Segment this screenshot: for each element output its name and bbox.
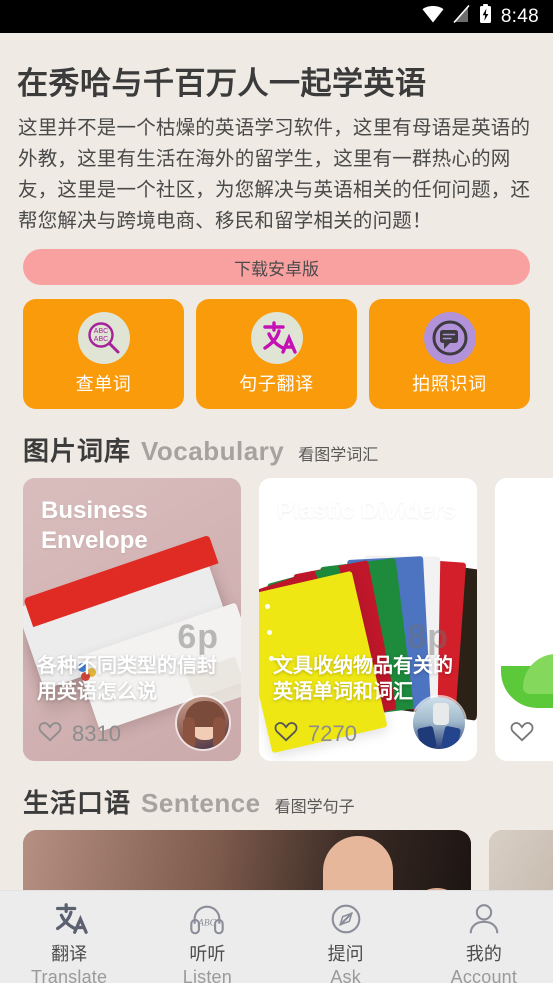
card-image-vegetable (495, 478, 553, 761)
card-like-group[interactable]: 8310 (38, 721, 121, 747)
quick-action-photo-recognize[interactable]: 拍照识词 (369, 299, 530, 409)
translate-icon (50, 900, 88, 938)
card-like-group[interactable]: 7270 (274, 721, 357, 747)
section-title-en: Sentence (141, 788, 261, 818)
tab-label-cn: 翻译 (51, 944, 88, 964)
sentence-card[interactable] (489, 830, 553, 890)
compass-icon (327, 900, 365, 938)
translate-icon (250, 312, 303, 364)
card-like-count: 8310 (72, 721, 121, 746)
svg-text:ABC: ABC (93, 336, 107, 343)
download-android-button[interactable]: 下载安卓版 (23, 249, 530, 285)
magnifier-abc-icon: ABC ABC (77, 312, 130, 364)
section-subtitle: 看图学词汇 (298, 447, 379, 464)
heart-icon (510, 721, 534, 747)
vocabulary-card[interactable]: Business Envelope 6p 各种不同类型的信封用英语怎么说 831… (23, 478, 241, 761)
tab-label-cn: 提问 (327, 944, 364, 964)
vocabulary-card[interactable] (495, 478, 553, 761)
status-bar-clock: 8:48 (500, 5, 539, 27)
tab-label-cn: 我的 (465, 944, 502, 964)
quick-action-label: 拍照识词 (412, 374, 487, 394)
card-like-group[interactable] (510, 721, 544, 747)
card-image-portrait (23, 830, 471, 890)
headphones-abc-icon: ABC (188, 900, 226, 938)
tab-account[interactable]: 我的 Account (415, 900, 553, 983)
page-title: 在秀哈与千百万人一起学英语 (17, 66, 427, 101)
app-screen: 8:48 在秀哈与千百万人一起学英语 这里并不是一个枯燥的英语学习软件，这里有母… (0, 0, 553, 983)
heart-icon (274, 721, 298, 747)
section-header-sentence: 生活口语 Sentence 看图学句子 (23, 783, 553, 820)
quick-actions: ABC ABC 查单词 句子翻译 拍照识词 (23, 299, 530, 409)
card-like-count: 7270 (308, 721, 357, 746)
bottom-navigation: 翻译 Translate ABC 听听 Listen 提问 Ask 我的 Acc… (0, 890, 553, 983)
download-android-label: 下载安卓版 (234, 259, 319, 279)
tab-listen[interactable]: ABC 听听 Listen (138, 900, 276, 983)
tab-label-en: Translate (31, 967, 108, 983)
card-page-count: 8p (407, 618, 449, 656)
speech-bubble-icon (423, 312, 476, 364)
section-title-en: Vocabulary (141, 436, 285, 466)
avatar[interactable] (175, 695, 231, 751)
heart-icon (38, 721, 62, 747)
card-en-title: Plastic Dividers (277, 497, 456, 524)
avatar[interactable] (411, 695, 467, 751)
sentence-card-rail[interactable] (23, 830, 553, 890)
section-title-cn: 生活口语 (23, 788, 132, 818)
tab-ask[interactable]: 提问 Ask (277, 900, 415, 983)
tab-label-en: Account (450, 967, 518, 983)
page-description: 这里并不是一个枯燥的英语学习软件，这里有母语是英语的外教，这里有生活在海外的留学… (18, 117, 531, 232)
wifi-icon (422, 5, 444, 28)
card-en-title: Business Envelope (41, 497, 148, 554)
quick-action-label: 句子翻译 (239, 374, 314, 394)
vocabulary-card-rail[interactable]: Business Envelope 6p 各种不同类型的信封用英语怎么说 831… (23, 478, 553, 761)
quick-action-sentence-translate[interactable]: 句子翻译 (196, 299, 357, 409)
person-icon (465, 900, 503, 938)
sentence-card[interactable] (23, 830, 471, 890)
tab-label-en: Ask (330, 967, 361, 983)
status-bar: 8:48 (0, 0, 553, 33)
card-page-count: 6p (177, 618, 219, 656)
quick-action-lookup-word[interactable]: ABC ABC 查单词 (23, 299, 184, 409)
card-image-placeholder (489, 830, 553, 890)
section-header-vocabulary: 图片词库 Vocabulary 看图学词汇 (23, 431, 553, 468)
signal-off-icon (453, 4, 470, 28)
section-title-cn: 图片词库 (23, 436, 132, 466)
tab-label-en: Listen (182, 967, 232, 983)
tab-translate[interactable]: 翻译 Translate (0, 900, 138, 983)
vocabulary-card[interactable]: Plastic Dividers 8p 文具收纳物品有关的英语单词和词汇 727… (259, 478, 477, 761)
battery-charging-icon (479, 4, 492, 29)
quick-action-label: 查单词 (75, 374, 132, 394)
tab-label-cn: 听听 (189, 944, 226, 964)
svg-text:ABC: ABC (197, 919, 217, 929)
section-subtitle: 看图学句子 (274, 799, 355, 816)
scroll-content[interactable]: 在秀哈与千百万人一起学英语 这里并不是一个枯燥的英语学习软件，这里有母语是英语的… (0, 33, 553, 890)
svg-text:ABC: ABC (93, 328, 107, 335)
